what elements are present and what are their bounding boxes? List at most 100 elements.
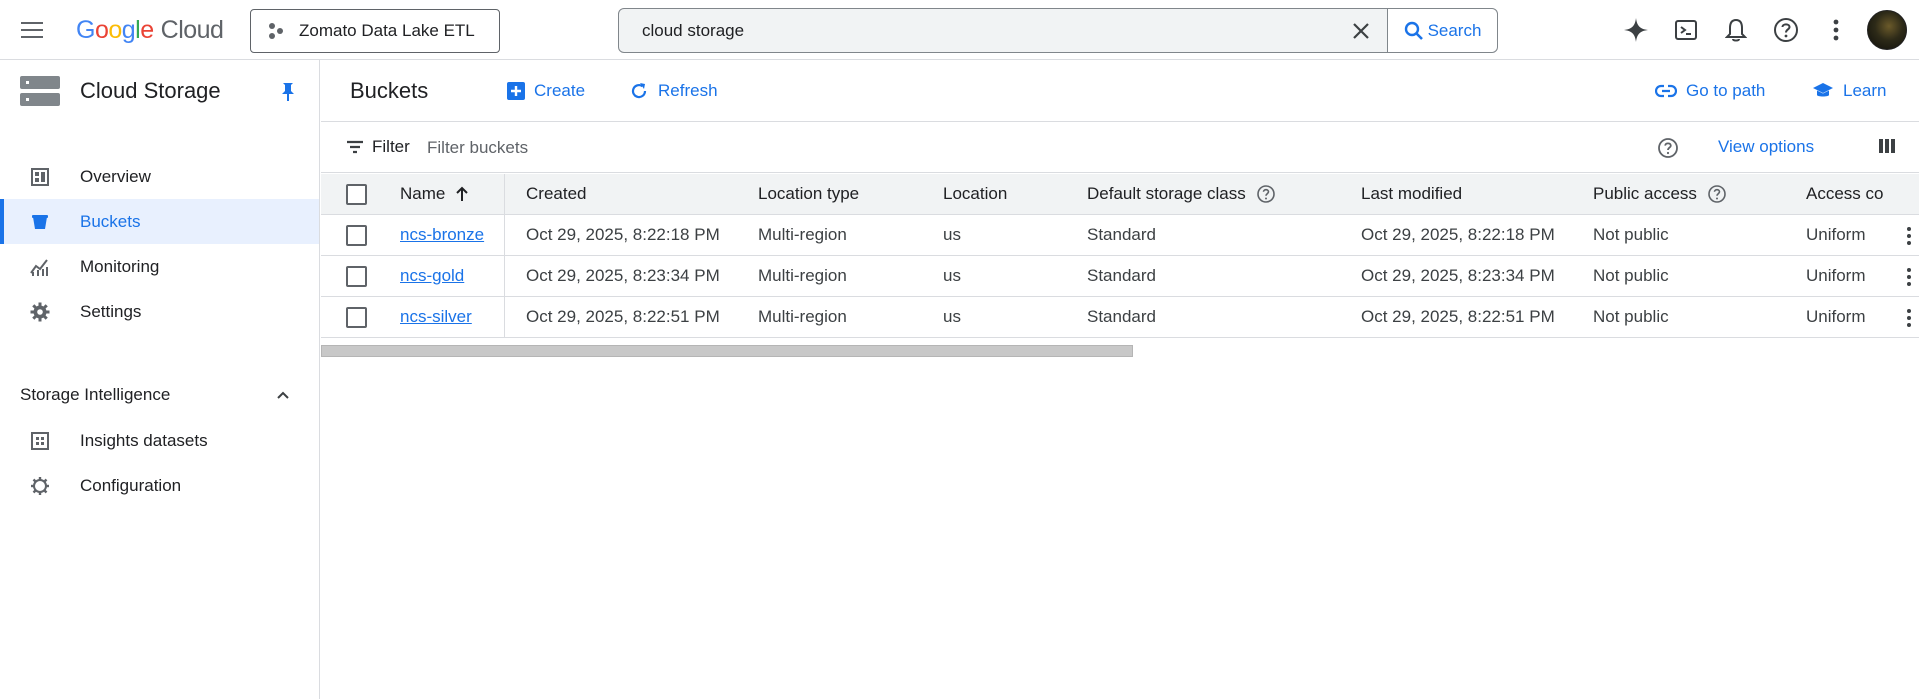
location-type-cell: Multi-region: [758, 266, 847, 285]
select-all-checkbox[interactable]: [346, 184, 367, 205]
column-divider: [504, 174, 505, 214]
column-divider: [504, 297, 505, 337]
learn-button-label: Learn: [1843, 81, 1887, 100]
logo-letter: e: [140, 15, 154, 44]
arrow-up-icon: [455, 186, 469, 202]
column-header-label: Public access: [1593, 184, 1697, 203]
top-icons: [1611, 0, 1919, 60]
column-header-access-control[interactable]: Access co: [1806, 174, 1919, 214]
refresh-icon: [631, 83, 647, 99]
cloud-shell-icon[interactable]: [1661, 0, 1711, 60]
bucket-name-link[interactable]: ncs-silver: [400, 307, 472, 327]
close-icon[interactable]: [1335, 9, 1387, 52]
column-header-name[interactable]: Name: [400, 174, 469, 214]
learn-button[interactable]: Learn: [1812, 77, 1886, 105]
sidebar-item-label: Configuration: [80, 475, 182, 495]
row-checkbox[interactable]: [346, 225, 367, 246]
horizontal-scrollbar[interactable]: [321, 345, 1133, 357]
avatar[interactable]: [1867, 10, 1907, 50]
sidebar-item-label: Monitoring: [80, 256, 160, 276]
project-name: Zomato Data Lake ETL: [299, 21, 475, 40]
search-button[interactable]: Search: [1387, 9, 1497, 52]
storage-class-cell: Standard: [1087, 307, 1156, 326]
google-cloud-logo[interactable]: Go o g l e Cloud: [76, 13, 224, 47]
refresh-button[interactable]: Refresh: [629, 77, 718, 105]
column-header-last-modified[interactable]: Last modified: [1361, 174, 1462, 214]
public-access-cell: Not public: [1593, 307, 1669, 326]
gemini-sparkle-icon[interactable]: [1611, 0, 1661, 60]
sidebar-header: Cloud Storage: [0, 60, 319, 121]
public-access-cell: Not public: [1593, 225, 1669, 244]
view-options-button[interactable]: View options: [1718, 137, 1814, 157]
main-menu-button[interactable]: [18, 16, 46, 44]
column-divider: [504, 256, 505, 296]
column-header-created[interactable]: Created: [526, 174, 586, 214]
create-button[interactable]: Create: [507, 77, 585, 105]
top-bar: GoogleCloud Zomato Data Lake ETL Search: [0, 0, 1919, 60]
public-access-cell: Not public: [1593, 266, 1669, 285]
sidebar-item-label: Insights datasets: [80, 430, 208, 450]
last-modified-cell: Oct 29, 2025, 8:23:34 PM: [1361, 266, 1555, 285]
monitoring-icon: [29, 256, 51, 278]
sidebar-item-settings[interactable]: Settings: [0, 289, 319, 334]
table-row: ncs-bronze Oct 29, 2025, 8:22:18 PM Mult…: [321, 215, 1919, 256]
row-more-options-icon[interactable]: [1899, 307, 1919, 329]
column-display-icon[interactable]: [1878, 137, 1896, 160]
search-input[interactable]: [619, 9, 1335, 52]
sidebar: Cloud Storage Overview Buckets Monitorin…: [0, 60, 320, 699]
column-header-storage-class[interactable]: Default storage class: [1087, 174, 1276, 214]
sidebar-item-insights-datasets[interactable]: Insights datasets: [0, 418, 319, 463]
row-more-options-icon[interactable]: [1899, 266, 1919, 288]
pin-icon[interactable]: [280, 82, 296, 107]
storage-class-cell: Standard: [1087, 266, 1156, 285]
filter-label: Filter: [372, 137, 410, 156]
column-header-location[interactable]: Location: [943, 174, 1007, 214]
insights-icon: [29, 430, 51, 452]
refresh-button-label: Refresh: [658, 81, 718, 100]
row-more-options-icon[interactable]: [1899, 225, 1919, 247]
buckets-table: Name Created Location type Location Defa…: [321, 174, 1919, 338]
help-icon[interactable]: [1707, 184, 1727, 204]
bucket-icon: [29, 211, 51, 233]
created-cell: Oct 29, 2025, 8:23:34 PM: [526, 266, 720, 285]
main-content: Buckets Create Refresh Go to path Learn …: [321, 60, 1919, 699]
more-options-icon[interactable]: [1811, 0, 1861, 60]
filter-buckets-input[interactable]: [427, 132, 1227, 164]
sidebar-section-storage-intelligence[interactable]: Storage Intelligence: [0, 375, 319, 415]
sidebar-item-overview[interactable]: Overview: [0, 154, 319, 199]
sidebar-item-buckets[interactable]: Buckets: [0, 199, 319, 244]
filter-button[interactable]: Filter: [346, 137, 410, 157]
school-icon: [1813, 83, 1833, 97]
help-icon[interactable]: [1761, 0, 1811, 60]
sidebar-item-label: Buckets: [80, 211, 141, 231]
configuration-icon: [29, 475, 51, 497]
page-title: Buckets: [350, 78, 429, 103]
bucket-name-link[interactable]: ncs-bronze: [400, 225, 484, 245]
add-box-icon: [507, 82, 525, 100]
logo-letter: o: [94, 15, 109, 44]
column-header-location-type[interactable]: Location type: [758, 174, 859, 214]
bucket-name-link[interactable]: ncs-gold: [400, 266, 464, 286]
access-control-cell: Uniform: [1806, 225, 1866, 244]
notifications-bell-icon[interactable]: [1711, 0, 1761, 60]
search-bar: Search: [618, 8, 1498, 53]
project-picker-button[interactable]: Zomato Data Lake ETL: [250, 9, 500, 53]
cloud-storage-icon: [20, 76, 60, 106]
overview-icon: [29, 166, 51, 188]
go-to-path-button[interactable]: Go to path: [1655, 77, 1765, 105]
row-checkbox[interactable]: [346, 307, 367, 328]
search-button-label: Search: [1427, 20, 1482, 40]
sidebar-item-monitoring[interactable]: Monitoring: [0, 244, 319, 289]
filter-icon: [347, 140, 363, 154]
sidebar-item-label: Settings: [80, 301, 142, 321]
link-icon: [1655, 84, 1677, 98]
help-icon[interactable]: [1657, 137, 1679, 164]
create-button-label: Create: [534, 81, 586, 100]
column-header-public-access[interactable]: Public access: [1593, 174, 1727, 214]
column-divider: [504, 215, 505, 255]
settings-icon: [29, 301, 51, 323]
help-icon[interactable]: [1256, 184, 1276, 204]
row-checkbox[interactable]: [346, 266, 367, 287]
sidebar-item-configuration[interactable]: Configuration: [0, 463, 319, 508]
location-cell: us: [943, 266, 961, 285]
